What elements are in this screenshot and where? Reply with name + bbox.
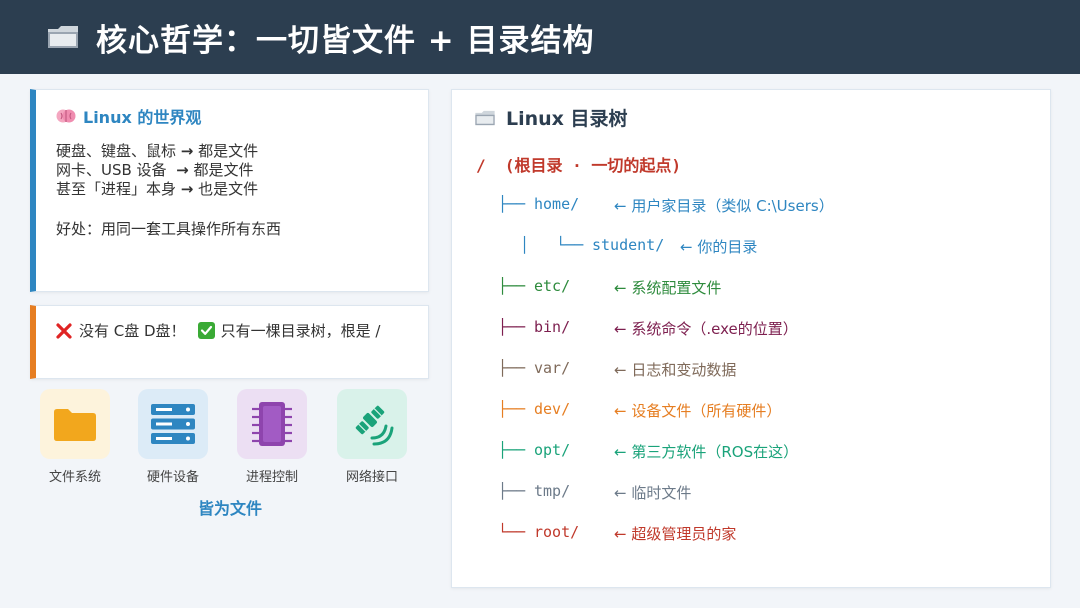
chip-icon — [252, 402, 292, 446]
tree-comment: ← 系统配置文件 — [614, 279, 722, 297]
tree-branch: ├── — [498, 195, 526, 213]
world-view-lines: 硬盘、键盘、鼠标 → 都是文件 网卡、USB 设备 → 都是文件 甚至「进程」本… — [56, 142, 258, 199]
brain-icon — [56, 109, 76, 123]
arrow-right-icon: → — [180, 180, 194, 198]
tree-dir-name: bin/ — [534, 318, 571, 336]
tree-entry: │ └── student/ ← 你的目录 — [520, 236, 1040, 258]
folder-icon — [475, 110, 495, 125]
world-line: 甚至「进程」本身 → 也是文件 — [56, 180, 258, 199]
tree-title-text: Linux 目录树 — [506, 108, 628, 130]
tree-entry: ├── etc/ ← 系统配置文件 — [498, 277, 1018, 299]
arrow-right-icon: → — [180, 142, 194, 160]
tree-branch: ├── — [498, 359, 526, 377]
world-line: 硬盘、键盘、鼠标 → 都是文件 — [56, 142, 258, 161]
check-mark-icon — [197, 322, 215, 339]
world-line-text: 甚至「进程」本身 — [56, 180, 177, 198]
tree-comment: ← 系统命令（.exe的位置） — [614, 320, 798, 338]
tree-entry: ├── dev/ ← 设备文件（所有硬件） — [498, 400, 1018, 422]
folder-icon — [54, 409, 96, 441]
tree-entry: ├── home/ ← 用户家目录（类似 C:\Users） — [498, 195, 1018, 217]
no-drive-card: 没有 C盘 D盘！ 只有一棵目录树，根是 / — [30, 305, 429, 379]
tile-network — [337, 389, 407, 459]
tiles-caption: 皆为文件 — [197, 499, 262, 518]
tree-entry: ├── var/ ← 日志和变动数据 — [498, 359, 1018, 381]
arrow-right-icon: → — [176, 161, 189, 179]
tile-label: 文件系统 — [48, 470, 101, 485]
tree-entry: ├── bin/ ← 系统命令（.exe的位置） — [498, 318, 1018, 340]
tree-dir-name: tmp/ — [534, 482, 571, 500]
world-line-text: 网卡、USB 设备 — [56, 161, 172, 179]
tree-comment: ← 超级管理员的家 — [614, 525, 737, 543]
tree-title: Linux 目录树 — [474, 104, 628, 131]
world-view-title: Linux 的世界观 — [56, 104, 201, 128]
world-view-title-text: Linux 的世界观 — [83, 108, 202, 127]
tree-entry: ├── opt/ ← 第三方软件（ROS在这） — [498, 441, 1018, 463]
tree-comment: ← 你的目录 — [680, 238, 758, 256]
tree-comment: ← 日志和变动数据 — [614, 361, 737, 379]
tree-dir-name: var/ — [534, 359, 571, 377]
tree-branch: ├── — [498, 400, 526, 418]
tree-branch: ├── — [498, 277, 526, 295]
no-drive-row: 没有 C盘 D盘！ 只有一棵目录树，根是 / — [56, 320, 380, 341]
one-tree-text: 只有一棵目录树，根是 / — [220, 322, 381, 340]
no-drive-text: 没有 C盘 D盘！ — [79, 322, 186, 340]
tile-process — [237, 389, 307, 459]
tree-branch: ├── — [498, 441, 526, 459]
cross-mark-icon — [56, 322, 72, 339]
world-line-text: 硬盘、键盘、鼠标 — [56, 142, 177, 160]
world-line-result: 都是文件 — [193, 161, 254, 179]
tile-hardware — [138, 389, 208, 459]
folder-icon — [48, 26, 78, 48]
tree-dir-name: etc/ — [534, 277, 571, 295]
tile-filesystem — [40, 389, 110, 459]
title-bar: 核心哲学：一切皆文件 + 目录结构 — [0, 0, 1080, 74]
tree-branch: ├── — [498, 482, 526, 500]
tree-root: / (根目录 · 一切的起点) — [476, 156, 682, 175]
tree-comment: ← 用户家目录（类似 C:\Users） — [614, 197, 834, 215]
tree-dir-name: root/ — [534, 523, 580, 541]
tree-branch: │ └── — [520, 236, 584, 254]
server-icon — [151, 404, 195, 444]
tree-dir-name: opt/ — [534, 441, 571, 459]
tile-label: 进程控制 — [245, 470, 298, 485]
world-line: 网卡、USB 设备 → 都是文件 — [56, 161, 258, 180]
satellite-icon — [355, 405, 394, 446]
tree-comment: ← 第三方软件（ROS在这） — [614, 443, 799, 461]
tree-branch: └── — [498, 523, 526, 541]
tile-label: 网络接口 — [345, 470, 398, 485]
tree-entry: └── root/ ← 超级管理员的家 — [498, 523, 1018, 545]
tree-dir-name: student/ — [592, 236, 665, 254]
tree-branch: ├── — [498, 318, 526, 336]
world-view-card: Linux 的世界观 硬盘、键盘、鼠标 → 都是文件 网卡、USB 设备 → 都… — [30, 89, 429, 292]
page-title: 核心哲学：一切皆文件 + 目录结构 — [96, 22, 595, 59]
world-benefit: 好处：用同一套工具操作所有东西 — [56, 220, 282, 238]
tile-label: 硬件设备 — [146, 470, 199, 485]
tree-comment: ← 设备文件（所有硬件） — [614, 402, 782, 420]
tree-dir-name: dev/ — [534, 400, 571, 418]
world-line-result: 都是文件 — [198, 142, 259, 160]
directory-tree-card: Linux 目录树 / (根目录 · 一切的起点) ├── home/ ← 用户家目… — [451, 89, 1051, 588]
tree-comment: ← 临时文件 — [614, 484, 692, 502]
world-line-result: 也是文件 — [198, 180, 259, 198]
tree-entry: ├── tmp/ ← 临时文件 — [498, 482, 1018, 504]
tree-dir-name: home/ — [534, 195, 580, 213]
